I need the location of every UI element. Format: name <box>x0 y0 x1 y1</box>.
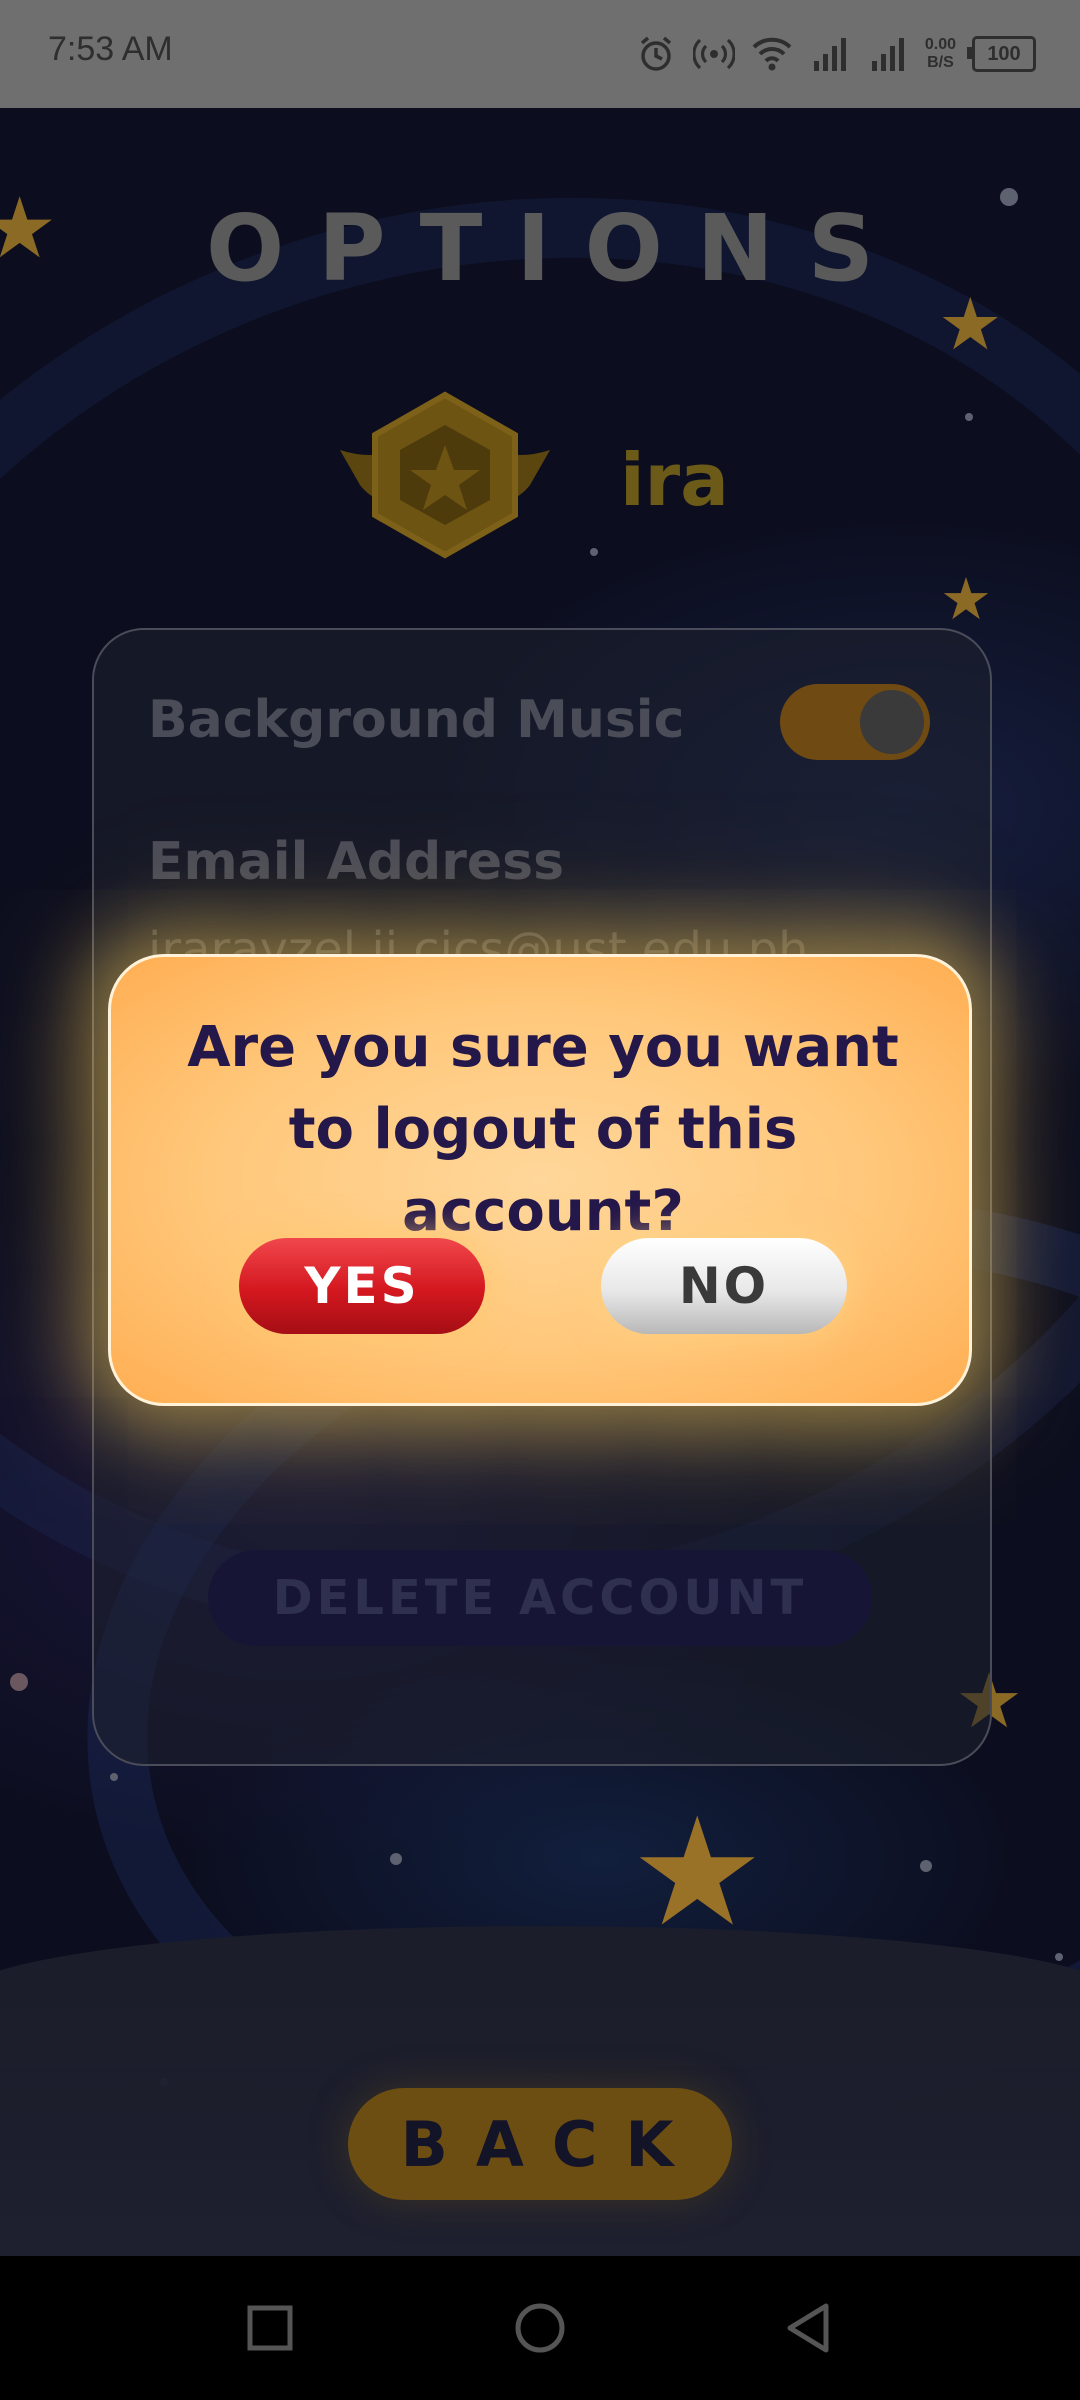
battery-indicator: 100 <box>967 36 1036 72</box>
dialog-message: Are you sure you want to logout of this … <box>187 1015 899 1244</box>
rank-badge-icon <box>330 390 560 570</box>
wifi-icon <box>751 33 793 75</box>
signal-icon <box>867 33 909 75</box>
star-icon: ★ <box>940 565 992 633</box>
delete-account-button[interactable]: DELETE ACCOUNT <box>208 1550 872 1646</box>
background-music-toggle[interactable] <box>780 684 930 760</box>
signal-icon <box>809 33 851 75</box>
status-icons: 0.00 B/S 100 <box>635 26 1036 82</box>
network-speed-unit: B/S <box>927 54 954 71</box>
status-time: 7:53 AM <box>48 30 173 68</box>
star-dot <box>965 413 973 421</box>
recents-icon[interactable] <box>238 2296 302 2360</box>
star-dot <box>390 1853 402 1865</box>
star-dot <box>590 548 598 556</box>
username: ira <box>620 438 729 522</box>
toggle-knob <box>860 690 924 754</box>
yes-button[interactable]: YES <box>239 1238 485 1334</box>
page-title: OPTIONS <box>205 195 909 302</box>
logout-confirm-dialog: Are you sure you want to logout of this … <box>108 954 972 1406</box>
background-music-label: Background Music <box>148 690 685 750</box>
hotspot-icon <box>692 33 735 75</box>
alarm-icon <box>635 33 677 75</box>
navigation-bar <box>0 2256 1080 2400</box>
home-icon[interactable] <box>508 2296 572 2360</box>
network-speed-value: 0.00 <box>924 36 956 53</box>
status-bar: 7:53 AM 0.00 B/S 100 <box>0 0 1080 108</box>
network-speed: 0.00 B/S <box>925 36 956 72</box>
star-dot <box>1055 1953 1063 1961</box>
battery-level: 100 <box>987 42 1021 65</box>
star-dot <box>10 1673 28 1691</box>
star-icon: ★ <box>630 1786 765 1960</box>
star-dot <box>920 1860 932 1872</box>
back-button[interactable]: BACK <box>348 2088 732 2200</box>
back-icon[interactable] <box>776 2296 840 2360</box>
no-button[interactable]: NO <box>601 1238 847 1334</box>
star-dot <box>110 1773 118 1781</box>
email-label: Email Address <box>148 832 565 892</box>
